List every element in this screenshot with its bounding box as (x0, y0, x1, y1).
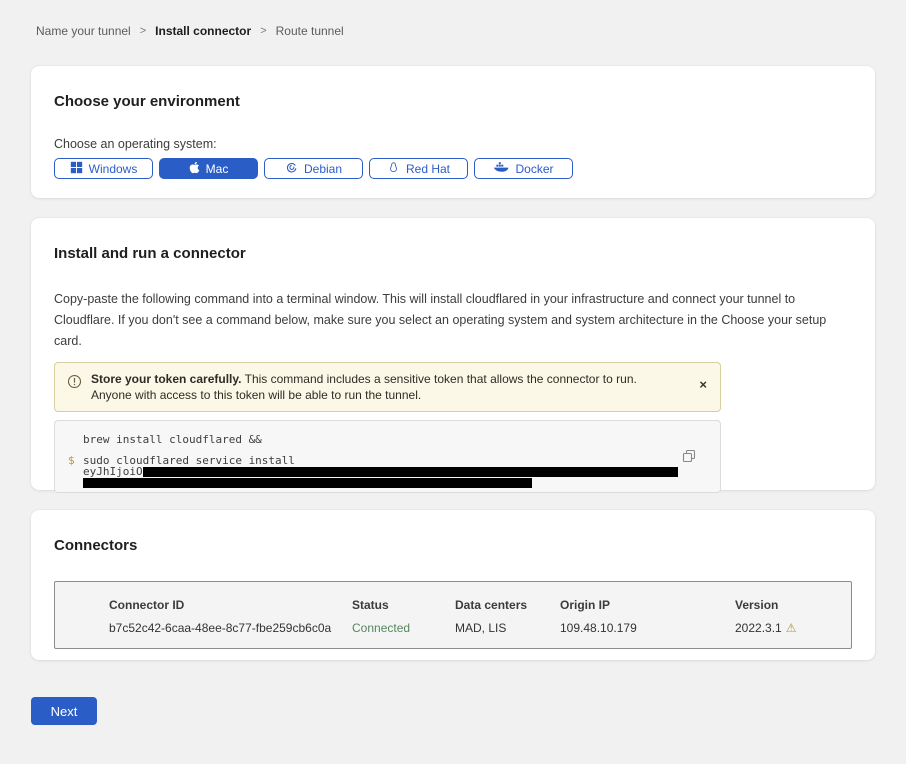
os-button-label: Mac (206, 162, 229, 176)
breadcrumb-step-route-tunnel[interactable]: Route tunnel (276, 24, 344, 38)
os-button-docker[interactable]: Docker (474, 158, 573, 179)
version-warning-icon: ⚠ (786, 621, 797, 635)
os-button-group: Windows Mac Debian Red Hat (54, 158, 852, 179)
header-status: Status (352, 598, 455, 612)
os-button-mac[interactable]: Mac (159, 158, 258, 179)
cell-data-centers: MAD, LIS (455, 621, 560, 635)
code-line-sudo: $sudo cloudflared service install (83, 455, 680, 466)
redhat-icon (387, 161, 400, 177)
install-connector-card: Install and run a connector Copy-paste t… (31, 218, 875, 490)
os-button-windows[interactable]: Windows (54, 158, 153, 179)
install-command-code-block: brew install cloudflared && $sudo cloudf… (54, 420, 721, 493)
breadcrumb-step-name-tunnel[interactable]: Name your tunnel (36, 24, 131, 38)
apple-icon (189, 161, 200, 177)
cell-version: 2022.3.1 ⚠ (735, 621, 851, 635)
cell-origin-ip: 109.48.10.179 (560, 621, 735, 635)
table-header-row: Connector ID Status Data centers Origin … (55, 598, 851, 612)
breadcrumb-step-install-connector[interactable]: Install connector (155, 24, 251, 38)
header-version: Version (735, 598, 851, 612)
version-value: 2022.3.1 (735, 621, 782, 635)
os-button-label: Docker (515, 162, 553, 176)
header-origin-ip: Origin IP (560, 598, 735, 612)
os-button-label: Windows (89, 162, 138, 176)
cell-connector-id: b7c52c42-6caa-48ee-8c77-fbe259cb6c0a (109, 621, 352, 635)
header-connector-id: Connector ID (109, 598, 352, 612)
breadcrumb: Name your tunnel > Install connector > R… (36, 24, 906, 37)
docker-icon (493, 161, 509, 176)
os-button-debian[interactable]: Debian (264, 158, 363, 179)
redacted-token-bar (83, 478, 532, 488)
card-title-install: Install and run a connector (54, 245, 852, 263)
token-warning-banner: Store your token carefully. This command… (54, 362, 721, 412)
breadcrumb-separator: > (140, 25, 146, 37)
os-button-label: Red Hat (406, 162, 450, 176)
breadcrumb-separator: > (260, 25, 266, 37)
next-button[interactable]: Next (31, 697, 97, 725)
info-icon (67, 374, 82, 393)
table-row: b7c52c42-6caa-48ee-8c77-fbe259cb6c0a Con… (55, 621, 851, 635)
warning-bold-text: Store your token carefully. (91, 372, 242, 386)
os-button-redhat[interactable]: Red Hat (369, 158, 468, 179)
shell-prompt: $ (68, 455, 75, 466)
card-title-environment: Choose your environment (54, 93, 852, 111)
code-line-sudo-text: sudo cloudflared service install (83, 454, 295, 467)
debian-icon (285, 161, 298, 177)
code-line-brew: brew install cloudflared && (83, 434, 680, 445)
os-select-label: Choose an operating system: (54, 137, 852, 151)
install-description: Copy-paste the following command into a … (54, 289, 848, 352)
windows-icon (70, 161, 83, 177)
copy-icon[interactable] (682, 449, 696, 466)
choose-environment-card: Choose your environment Choose an operat… (31, 66, 875, 198)
header-data-centers: Data centers (455, 598, 560, 612)
connectors-table: Connector ID Status Data centers Origin … (54, 581, 852, 649)
close-icon[interactable]: × (699, 378, 707, 391)
card-title-connectors: Connectors (54, 537, 852, 555)
code-line-token-2 (83, 477, 680, 488)
status-badge: Connected (352, 621, 455, 635)
code-line-token: eyJhIjoiO (83, 466, 680, 477)
redacted-token-bar (143, 467, 678, 477)
connectors-card: Connectors Connector ID Status Data cent… (31, 510, 875, 660)
os-button-label: Debian (304, 162, 342, 176)
